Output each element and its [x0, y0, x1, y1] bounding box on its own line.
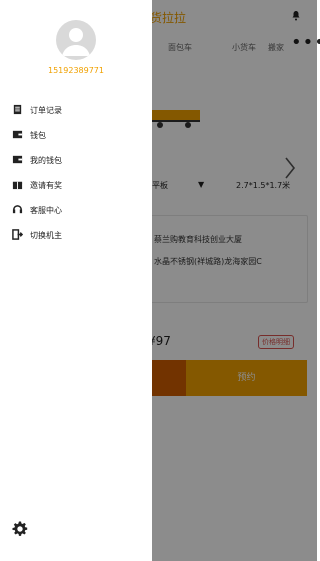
menu-item-label: 客服中心	[30, 206, 62, 215]
menu-item-orders[interactable]: 订单记录	[12, 103, 132, 119]
menu-item-wallet[interactable]: 我的钱包	[12, 153, 132, 169]
gear-icon[interactable]	[11, 520, 29, 538]
menu-item-label: 邀请有奖	[30, 181, 62, 190]
order-icon	[13, 104, 22, 115]
menu-item-label: 钱包	[30, 131, 46, 140]
menu-item-coupons[interactable]: 钱包	[12, 128, 132, 144]
switch-icon	[12, 229, 23, 240]
headset-icon	[12, 205, 23, 214]
user-phone: 15192389771	[48, 66, 104, 75]
user-avatar-icon	[62, 28, 90, 56]
menu-item-label: 我的钱包	[30, 156, 62, 165]
menu-item-support[interactable]: 客服中心	[12, 203, 132, 219]
menu-item-switch[interactable]: 切换机主	[12, 228, 132, 244]
avatar[interactable]	[56, 20, 96, 60]
side-drawer: 15192389771 订单记录 钱包 我的钱包 邀请有奖 客服中心 切换机主	[0, 0, 152, 561]
menu-item-label: 切换机主	[30, 231, 62, 240]
wallet-icon	[12, 155, 23, 164]
menu-item-invite[interactable]: 邀请有奖	[12, 178, 132, 194]
menu-item-label: 订单记录	[30, 106, 62, 115]
gift-icon	[12, 181, 23, 190]
wallet-icon	[12, 130, 23, 139]
